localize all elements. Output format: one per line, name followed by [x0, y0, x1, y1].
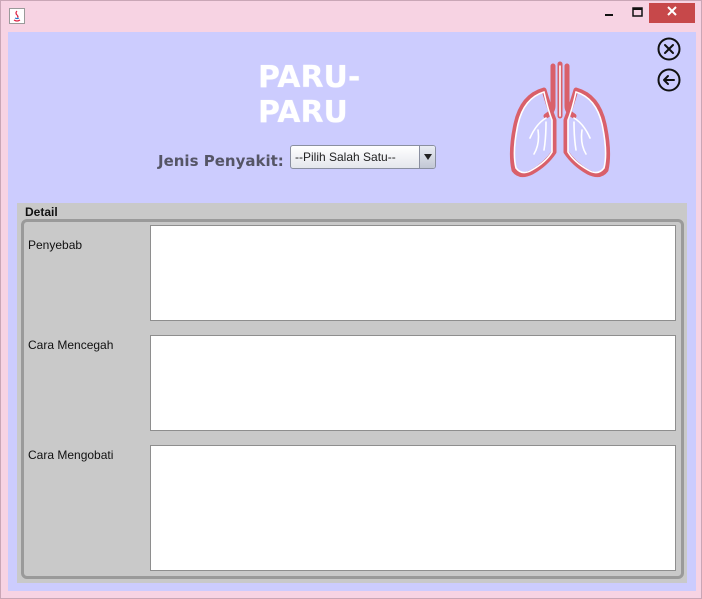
maximize-button[interactable]	[623, 3, 651, 23]
disease-type-label: Jenis Penyakit:	[158, 152, 284, 170]
back-button[interactable]	[656, 68, 682, 97]
cause-label: Penyebab	[28, 238, 83, 252]
prevention-label: Cara Mencegah	[28, 338, 114, 352]
circle-arrow-left-icon	[657, 68, 681, 97]
chevron-down-icon[interactable]	[419, 146, 435, 168]
prevention-textarea[interactable]	[150, 335, 676, 431]
treatment-label: Cara Mengobati	[28, 448, 114, 462]
treatment-textarea[interactable]	[150, 445, 676, 571]
detail-title: Detail	[25, 205, 58, 219]
lungs-icon	[500, 60, 620, 182]
disease-select-value: --Pilih Salah Satu--	[295, 150, 396, 164]
cause-textarea[interactable]	[150, 225, 676, 321]
disease-select[interactable]: --Pilih Salah Satu--	[290, 145, 436, 169]
app-window: PARU-PARU Jenis Penyakit: --Pilih Salah …	[0, 0, 702, 599]
title-bar[interactable]	[1, 1, 701, 31]
circle-x-icon	[657, 37, 681, 66]
close-icon	[666, 4, 678, 22]
page-title: PARU-PARU	[258, 60, 361, 130]
minimize-button[interactable]	[595, 3, 623, 23]
minimize-icon	[604, 4, 614, 22]
main-panel: PARU-PARU Jenis Penyakit: --Pilih Salah …	[8, 32, 696, 591]
maximize-icon	[631, 4, 643, 22]
close-window-button[interactable]	[649, 3, 695, 23]
detail-panel: Detail Penyebab Cara Mencegah Cara Mengo…	[17, 203, 687, 583]
close-app-button[interactable]	[656, 37, 682, 66]
java-icon	[9, 8, 25, 24]
